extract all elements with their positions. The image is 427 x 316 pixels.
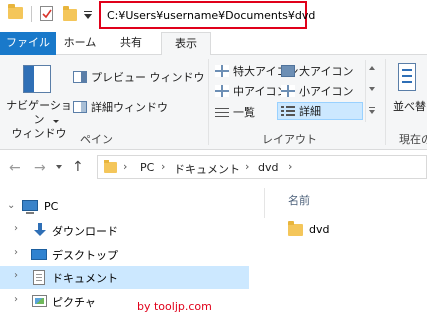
tab-view[interactable]: 表示	[161, 32, 211, 56]
folder-icon	[288, 221, 303, 236]
layout-item-label: 一覧	[233, 106, 255, 119]
tab-share[interactable]: 共有	[104, 32, 158, 55]
address-bar: ← → ↑ › PC › ドキュメント › dvd ›	[0, 150, 427, 186]
file-list: 名前 dvd	[252, 186, 427, 316]
layout-small-icons[interactable]: 小アイコン	[281, 82, 353, 100]
title-bar: C:¥Users¥username¥Documents¥dvd	[0, 0, 427, 32]
breadcrumb-documents[interactable]: ドキュメント	[174, 161, 240, 177]
navigation-pane: ⌄ PC › ダウンロード › デスクトップ › ドキュメント › ピクチャ	[0, 186, 252, 316]
column-divider	[264, 188, 265, 218]
layout-details[interactable]: 詳細	[277, 102, 363, 120]
window-title-path: C:¥Users¥username¥Documents¥dvd	[99, 1, 315, 29]
details-icon	[281, 105, 295, 117]
preview-pane-button[interactable]: プレビュー ウィンドウ	[73, 67, 205, 87]
expand-icon[interactable]: ›	[14, 270, 18, 281]
pictures-icon	[32, 295, 47, 307]
details-pane-button[interactable]: 詳細ウィンドウ	[73, 97, 168, 117]
expand-icon[interactable]: ›	[14, 294, 18, 305]
ribbon-tabs: ファイル ホーム 共有 表示	[0, 32, 427, 56]
file-name: dvd	[309, 223, 330, 236]
column-header-name[interactable]: 名前	[288, 192, 310, 208]
up-arrow-icon[interactable]: ↑	[72, 159, 84, 175]
tab-file[interactable]: ファイル	[0, 32, 56, 55]
list-icon	[215, 106, 229, 118]
small-icons-icon	[281, 85, 295, 97]
breadcrumb-pc[interactable]: PC	[140, 161, 154, 174]
ribbon-divider	[208, 59, 209, 145]
sort-icon[interactable]	[398, 63, 416, 91]
layout-item-label: 詳細	[299, 105, 321, 118]
quick-access-divider	[31, 6, 32, 22]
tab-home[interactable]: ホーム	[56, 32, 104, 55]
tree-item-label: ピクチャ	[52, 296, 96, 309]
layout-item-label: 大アイコン	[299, 65, 354, 78]
watermark: by tooljp.com	[137, 300, 212, 313]
layout-gallery: 特大アイコン 大アイコン 中アイコン 小アイコン 一覧 詳細	[213, 60, 375, 124]
tree-item-downloads[interactable]: › ダウンロード	[0, 219, 249, 242]
window-title-text: C:¥Users¥username¥Documents¥dvd	[107, 9, 316, 22]
tree-item-label: デスクトップ	[52, 249, 118, 262]
forward-arrow-icon[interactable]: →	[34, 160, 46, 176]
layout-list[interactable]: 一覧	[215, 103, 255, 121]
chevron-right-icon[interactable]: ›	[245, 160, 249, 173]
details-pane-icon	[73, 101, 87, 113]
tree-item-label: ドキュメント	[52, 272, 118, 285]
layout-large-icons[interactable]: 大アイコン	[281, 62, 353, 80]
details-pane-label: 詳細ウィンドウ	[91, 101, 168, 114]
tree-item-label: ダウンロード	[52, 225, 118, 238]
tree-item-pc[interactable]: ⌄ PC	[0, 196, 249, 219]
chevron-down-icon[interactable]	[369, 87, 375, 91]
layout-item-label: 中アイコン	[233, 85, 288, 98]
tree-item-desktop[interactable]: › デスクトップ	[0, 243, 249, 266]
navigation-pane-label-line2: ウィンドウ	[11, 127, 67, 140]
preview-pane-label: プレビュー ウィンドウ	[91, 71, 205, 84]
navigation-pane-button[interactable]: ナビゲーション ウィンドウ	[6, 99, 72, 141]
navigation-pane-icon[interactable]	[23, 65, 51, 93]
desktop-icon	[31, 249, 47, 260]
ribbon: ナビゲーション ウィンドウ プレビュー ウィンドウ 詳細ウィンドウ ペイン 特大…	[0, 55, 427, 150]
ribbon-divider	[385, 59, 386, 145]
chevron-down-icon[interactable]	[53, 120, 59, 123]
folder-icon	[104, 160, 117, 173]
layout-group-label: レイアウト	[262, 133, 317, 146]
collapse-icon[interactable]: ⌄	[7, 200, 15, 211]
address-input[interactable]: › PC › ドキュメント › dvd ›	[97, 155, 427, 179]
new-folder-icon[interactable]	[63, 6, 77, 21]
download-icon	[33, 223, 47, 237]
tree-item-label: PC	[44, 200, 59, 213]
expand-icon[interactable]: ›	[14, 247, 18, 258]
large-icons-icon	[281, 65, 295, 77]
expand-icon[interactable]: ›	[14, 223, 18, 234]
layout-medium-icons[interactable]: 中アイコン	[215, 82, 287, 100]
chevron-right-icon[interactable]: ›	[123, 160, 127, 173]
customize-quick-access-icon[interactable]	[83, 8, 93, 22]
more-line	[369, 107, 375, 108]
chevron-right-icon[interactable]: ›	[161, 160, 165, 173]
current-view-group-label: 現在の	[399, 133, 427, 146]
recent-locations-icon[interactable]	[56, 165, 62, 169]
properties-icon[interactable]	[40, 6, 53, 21]
layout-item-label: 小アイコン	[299, 85, 354, 98]
tree-item-documents[interactable]: › ドキュメント	[0, 266, 249, 289]
pane-group-label: ペイン	[80, 133, 113, 146]
expand-gallery-icon[interactable]	[369, 110, 375, 114]
sort-by-button[interactable]: 並べ替	[393, 98, 426, 114]
navigation-pane-label-line1: ナビゲーション	[6, 99, 72, 126]
preview-pane-icon	[73, 71, 87, 83]
medium-icons-icon	[215, 85, 229, 97]
extra-large-icons-icon	[215, 65, 229, 77]
back-arrow-icon[interactable]: ←	[9, 160, 21, 176]
folder-icon[interactable]	[8, 4, 23, 19]
layout-gallery-scroll[interactable]	[365, 60, 377, 122]
documents-icon	[33, 270, 45, 285]
chevron-right-icon[interactable]: ›	[288, 160, 292, 173]
breadcrumb-dvd[interactable]: dvd	[258, 161, 278, 174]
pc-icon	[22, 200, 38, 214]
chevron-up-icon[interactable]	[369, 66, 375, 70]
